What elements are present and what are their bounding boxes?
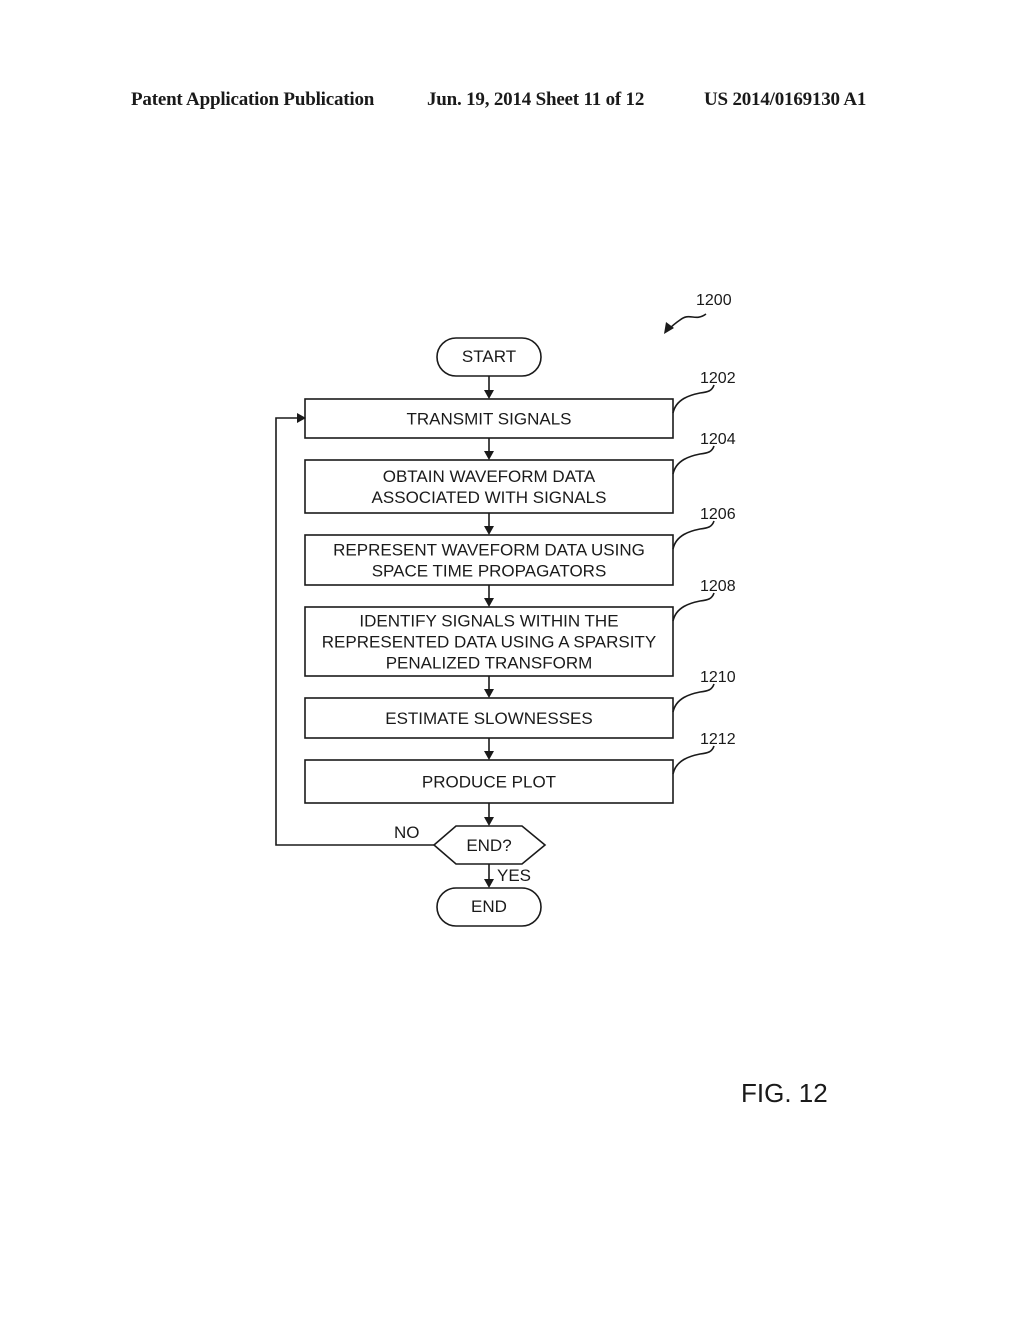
step-text-line: REPRESENT WAVEFORM DATA USING: [333, 541, 645, 560]
step-text-line: REPRESENTED DATA USING A SPARSITY: [322, 633, 656, 652]
step-text-line: PRODUCE PLOT: [422, 773, 556, 792]
ref-leader-1212: [672, 745, 715, 775]
step-text-line: TRANSMIT SIGNALS: [407, 410, 572, 429]
arrowhead: [484, 689, 494, 698]
end-label: END: [471, 897, 507, 916]
step-text-line: PENALIZED TRANSFORM: [386, 654, 593, 673]
ref-label-1204: 1204: [700, 431, 736, 448]
start-label: START: [462, 347, 516, 366]
ref-label-1206: 1206: [700, 506, 736, 523]
step-text-line: OBTAIN WAVEFORM DATA: [383, 467, 596, 486]
flowchart: 1200 START TRANSMIT SIGNALS 1202 OBTAIN WA…: [275, 292, 828, 1108]
ref-leader-1202: [672, 384, 715, 414]
decision-label: END?: [466, 836, 511, 855]
step-text-line: ESTIMATE SLOWNESSES: [385, 709, 593, 728]
arrowhead: [484, 598, 494, 607]
ref-leader-1204: [672, 445, 715, 475]
ref-leader-1208: [672, 592, 715, 622]
figure-label: FIG. 12: [741, 1078, 828, 1108]
ref-leader-1210: [672, 683, 715, 713]
ref-label-1210: 1210: [700, 669, 736, 686]
no-label: NO: [394, 823, 420, 842]
arrowhead: [484, 879, 494, 888]
arrowhead: [484, 817, 494, 826]
arrowhead: [484, 390, 494, 399]
step-text-line: IDENTIFY SIGNALS WITHIN THE: [359, 612, 618, 631]
step-text-line: ASSOCIATED WITH SIGNALS: [372, 488, 607, 507]
diagram-ref-label: 1200: [696, 292, 732, 309]
diagram-ref-leader: [667, 313, 707, 331]
arrowhead: [484, 526, 494, 535]
arrowhead: [484, 451, 494, 460]
ref-label-1208: 1208: [700, 578, 736, 595]
ref-label-1212: 1212: [700, 731, 736, 748]
step-text-line: SPACE TIME PROPAGATORS: [372, 562, 607, 581]
arrowhead: [484, 751, 494, 760]
yes-label: YES: [497, 866, 531, 885]
diagram-ref-arrowhead: [664, 322, 674, 334]
ref-leader-1206: [672, 520, 715, 550]
ref-label-1202: 1202: [700, 370, 736, 387]
